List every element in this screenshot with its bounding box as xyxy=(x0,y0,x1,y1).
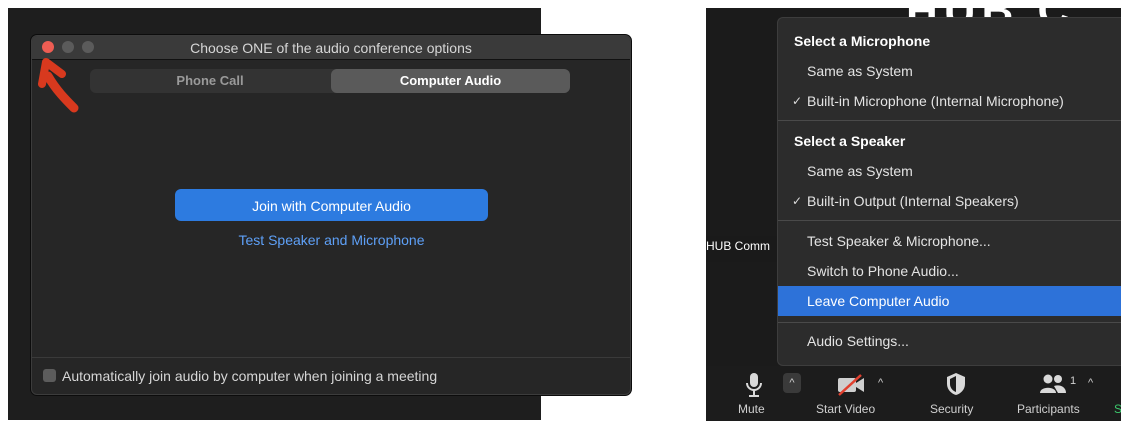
audio-mode-segmented-control: Phone Call Computer Audio xyxy=(90,69,570,93)
dialog-title: Choose ONE of the audio conference optio… xyxy=(190,40,472,56)
footer-divider xyxy=(32,357,630,358)
tab-phone-call[interactable]: Phone Call xyxy=(90,69,330,93)
menu-heading-microphone: Select a Microphone xyxy=(794,33,931,49)
share-label-partial[interactable]: S xyxy=(1114,402,1121,416)
microphone-icon[interactable] xyxy=(744,372,764,398)
menu-item-speaker-same-as-system[interactable]: Same as System xyxy=(778,156,1121,186)
menu-item-audio-settings[interactable]: Audio Settings... xyxy=(778,326,1121,356)
mute-label[interactable]: Mute xyxy=(738,402,765,416)
menu-item-switch-phone-audio[interactable]: Switch to Phone Audio... xyxy=(778,256,1121,286)
video-participant-name: HUB Comm xyxy=(706,236,780,262)
security-shield-icon[interactable] xyxy=(945,372,967,396)
join-computer-audio-button[interactable]: Join with Computer Audio xyxy=(175,189,488,221)
menu-item-mic-builtin[interactable]: ✓ Built-in Microphone (Internal Micropho… xyxy=(778,86,1121,116)
checkmark-icon: ✓ xyxy=(792,94,803,108)
video-options-caret-button[interactable]: ^ xyxy=(878,377,883,389)
participants-options-caret-button[interactable]: ^ xyxy=(1088,377,1093,389)
menu-heading-speaker: Select a Speaker xyxy=(794,133,906,149)
participants-label[interactable]: Participants xyxy=(1017,402,1080,416)
auto-join-label[interactable]: Automatically join audio by computer whe… xyxy=(62,368,437,384)
security-label[interactable]: Security xyxy=(930,402,973,416)
checkmark-icon: ✓ xyxy=(792,194,803,208)
menu-divider xyxy=(778,120,1121,121)
menu-item-leave-computer-audio[interactable]: Leave Computer Audio xyxy=(778,286,1121,316)
dialog-titlebar: Choose ONE of the audio conference optio… xyxy=(32,36,630,60)
menu-item-speaker-builtin[interactable]: ✓ Built-in Output (Internal Speakers) xyxy=(778,186,1121,216)
test-speaker-microphone-link[interactable]: Test Speaker and Microphone xyxy=(175,232,488,248)
menu-divider xyxy=(778,220,1121,221)
menu-item-test-speaker-mic[interactable]: Test Speaker & Microphone... xyxy=(778,226,1121,256)
auto-join-checkbox[interactable] xyxy=(43,369,56,382)
menu-divider xyxy=(778,322,1121,323)
menu-item-mic-same-as-system[interactable]: Same as System xyxy=(778,56,1121,86)
audio-options-dialog: Choose ONE of the audio conference optio… xyxy=(31,35,631,395)
participants-icon[interactable] xyxy=(1039,374,1067,394)
audio-dropdown-menu: Select a Microphone Same as System ✓ Bui… xyxy=(777,17,1121,366)
tab-computer-audio[interactable]: Computer Audio xyxy=(331,69,570,93)
audio-options-caret-button[interactable]: ^ xyxy=(783,373,801,393)
participants-count: 1 xyxy=(1070,375,1077,387)
video-off-icon[interactable] xyxy=(836,374,866,396)
red-arrow-annotation-icon xyxy=(38,58,79,113)
start-video-label[interactable]: Start Video xyxy=(816,402,875,416)
